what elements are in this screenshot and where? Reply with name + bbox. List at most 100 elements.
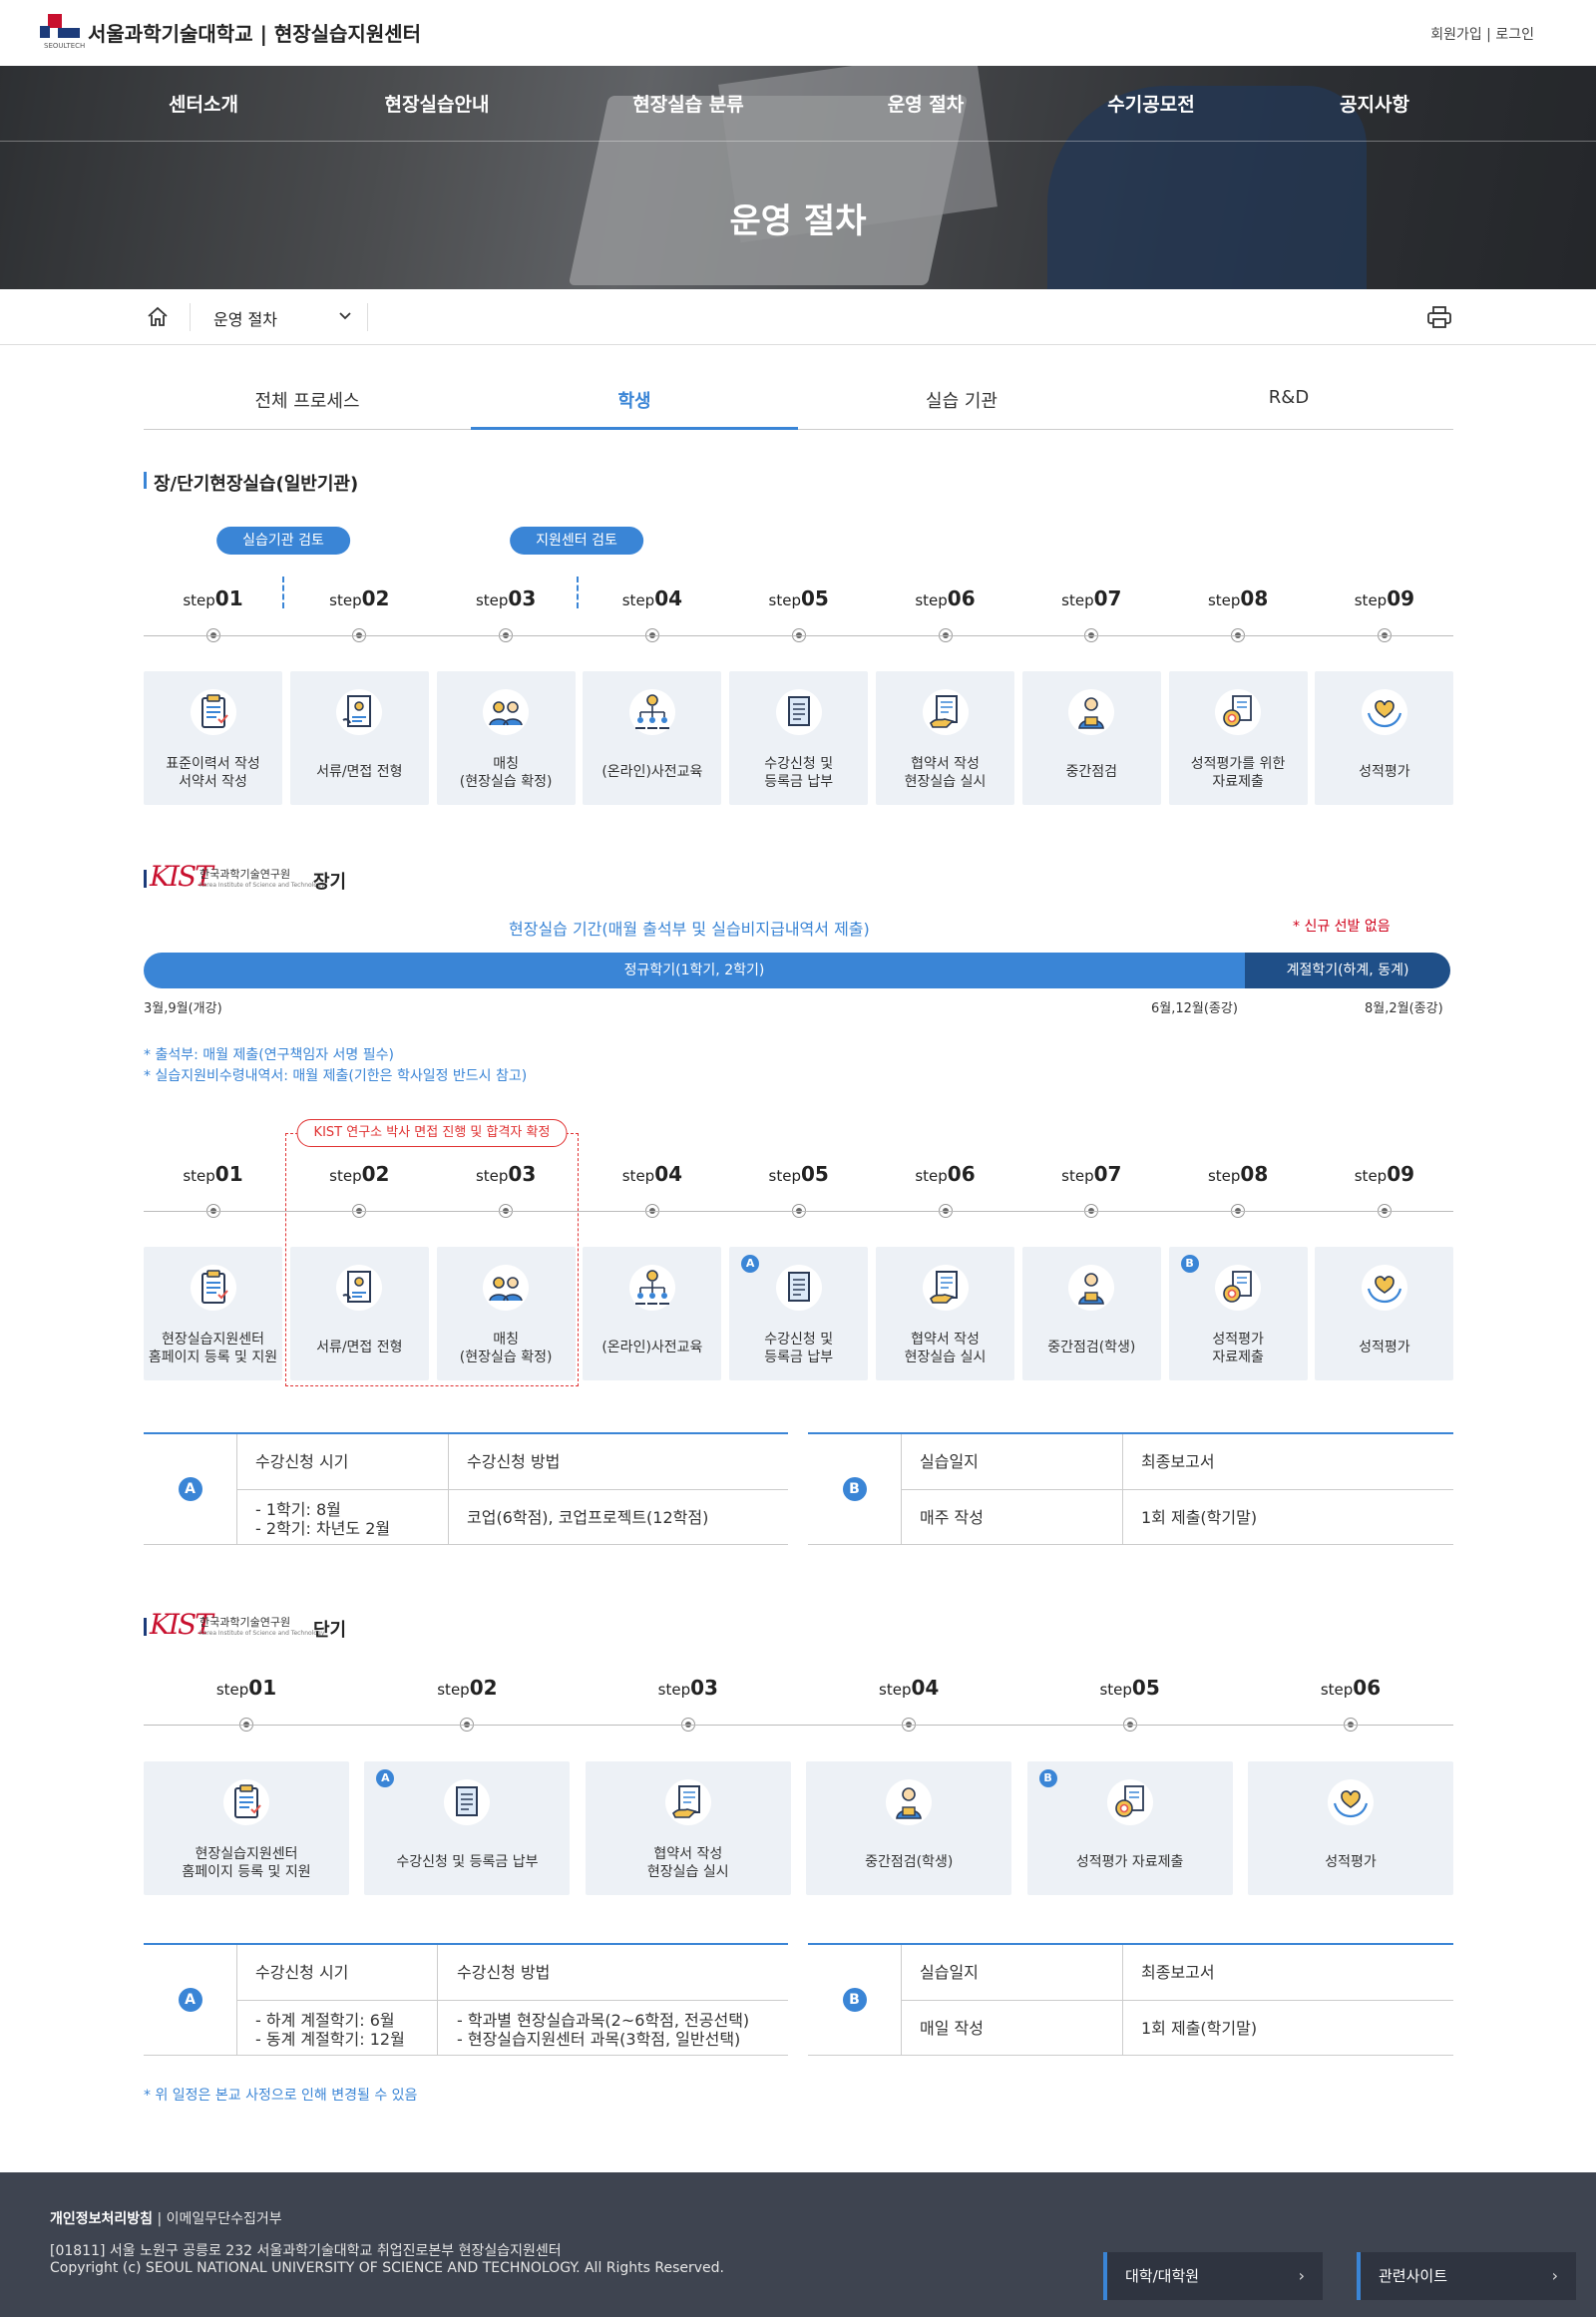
step-label: step01 — [183, 586, 242, 610]
step-label: step05 — [769, 1162, 829, 1186]
main-nav: 센터소개 현장실습안내 현장실습 분류 운영 절차 수기공모전 공지사항 — [0, 66, 1596, 142]
step-card-label: 매칭 (현장실습 확정) — [437, 1331, 576, 1366]
footer-links-sep: | — [153, 2211, 167, 2227]
breadcrumb-select[interactable]: 운영 절차 — [213, 306, 277, 330]
step-card: 성적평가를 위한자료제출 — [1168, 671, 1308, 805]
step-card-label-line: 현장실습 실시 — [904, 774, 987, 790]
step-card-label: 현장실습지원센터 홈페이지 등록 및 지원 — [144, 1331, 282, 1366]
table-header: 최종보고서 — [1141, 1452, 1215, 1471]
kist-name: 한국과학기술연구원 — [200, 1616, 291, 1629]
table-cell: 1회 제출(학기말) — [1141, 1508, 1258, 1527]
step-card: 현장실습지원센터 홈페이지 등록 및 지원 — [144, 1761, 349, 1895]
step-card: 수강신청 및 등록금 납부 — [729, 671, 869, 805]
step-number: 01 — [214, 1162, 243, 1186]
grade-icon — [1326, 1777, 1376, 1827]
step-word: step — [879, 1681, 912, 1699]
step-word: step — [1061, 1167, 1094, 1185]
training-icon — [627, 687, 677, 737]
step-label: step08 — [1208, 586, 1268, 610]
date-start: 3월,9월(개강) — [144, 1001, 222, 1016]
related-sites-button[interactable]: 관련사이트 › — [1357, 2252, 1576, 2300]
step-word: step — [621, 591, 655, 609]
step-card-label-line: 등록금 납부 — [764, 1350, 834, 1365]
page: SEOULTECH 서울과학기술대학교 | 현장실습지원센터 회원가입 | 로그… — [0, 0, 1596, 2317]
step-card: 성적평가 자료제출 B — [1168, 1247, 1308, 1380]
step-card-label-line: 자료제출 — [1212, 774, 1264, 790]
table-cell: - 학과별 현장실습과목(2~6학점, 전공선택) — [457, 2011, 750, 2030]
privacy-link[interactable]: 개인정보처리방침 — [50, 2211, 153, 2227]
hero-banner: 센터소개 현장실습안내 현장실습 분류 운영 절차 수기공모전 공지사항 운영 … — [0, 66, 1596, 289]
badge-b: B — [842, 1477, 867, 1501]
related-sites-label: 관련사이트 — [1379, 2267, 1448, 2285]
step-card: 성적평가 — [1315, 671, 1454, 805]
login-link[interactable]: 로그인 — [1495, 27, 1534, 43]
inspection-icon — [884, 1777, 934, 1827]
step-label: step05 — [1099, 1676, 1159, 1700]
nav-item-procedure[interactable]: 운영 절차 — [888, 90, 965, 117]
kist-eng-name: Korea Institute of Science and Technolog… — [200, 1630, 325, 1637]
nav-item-guide[interactable]: 현장실습안내 — [385, 90, 490, 117]
step-label: step07 — [1061, 586, 1121, 610]
chevron-right-icon: › — [1551, 2266, 1558, 2285]
step-card-label-line: 홈페이지 등록 및 지원 — [148, 1350, 278, 1365]
email-refusal-link[interactable]: 이메일무단수집거부 — [167, 2211, 282, 2227]
nav-item-center[interactable]: 센터소개 — [169, 90, 238, 117]
step-card-label: 성적평가 — [1315, 763, 1453, 781]
table-cell: - 하계 계절학기: 6월 — [255, 2011, 395, 2030]
step-number: 09 — [1387, 586, 1415, 610]
step-word: step — [657, 1681, 691, 1699]
step-card-label-line: 성적평가를 위한 — [1190, 756, 1286, 772]
step-card-label: 중간점검 — [1022, 763, 1161, 781]
step-card-label: 중간점검(학생) — [806, 1853, 1011, 1871]
step-word: step — [621, 1167, 655, 1185]
badge-a: A — [178, 1477, 202, 1501]
section-type-long: 장기 — [313, 872, 347, 893]
step-word: step — [768, 591, 801, 609]
university-logo[interactable]: SEOULTECH — [40, 12, 85, 52]
grade-icon — [1360, 1263, 1409, 1313]
step-card: 표준이력서 작성서약서 작성 — [144, 671, 282, 805]
step-label: step06 — [1321, 1676, 1381, 1700]
step-number: 02 — [361, 586, 390, 610]
step-card-label: 현장실습지원센터 홈페이지 등록 및 지원 — [144, 1845, 349, 1881]
tab-student[interactable]: 학생 — [471, 387, 798, 413]
nav-item-notice[interactable]: 공지사항 — [1340, 90, 1409, 117]
table-header: 수강신청 방법 — [457, 1963, 551, 1982]
season-semester-bar: 계절학기(하계, 동계) — [1245, 953, 1450, 988]
step-word: step — [1354, 1167, 1388, 1185]
review-divider — [577, 577, 579, 608]
step-number: 03 — [690, 1676, 718, 1700]
document-icon — [774, 1263, 824, 1313]
clipboard-icon — [189, 1263, 238, 1313]
badge-b: B — [842, 1988, 867, 2012]
step-card-label: (온라인)사전교육 — [583, 763, 721, 781]
chevron-down-icon[interactable] — [335, 306, 355, 326]
step-card-label-line: 중간점검 — [1065, 764, 1118, 780]
step-card-label: 서류/면접 전형 — [290, 763, 429, 781]
step-card-label: 성적평가를 위한자료제출 — [1169, 755, 1308, 791]
breadcrumb: 운영 절차 — [0, 289, 1596, 345]
step-number: 08 — [1240, 1162, 1269, 1186]
university-sites-button[interactable]: 대학/대학원 › — [1103, 2252, 1323, 2300]
footer-address: [01811] 서울 노원구 공릉로 232 서울과학기술대학교 취업진로본부 … — [50, 2243, 562, 2259]
step-card-label-line: 표준이력서 작성 — [166, 756, 260, 772]
step-card-label-line: 자료제출 — [1212, 1350, 1264, 1365]
tab-institution[interactable]: 실습 기관 — [798, 387, 1125, 413]
site-title[interactable]: 서울과학기술대학교 | 현장실습지원센터 — [88, 18, 421, 47]
tab-rnd[interactable]: R&D — [1125, 387, 1452, 408]
home-icon[interactable] — [146, 305, 170, 329]
step-number: 09 — [1387, 1162, 1415, 1186]
step-label: step04 — [622, 586, 682, 610]
nav-item-category[interactable]: 현장실습 분류 — [632, 90, 744, 117]
step-number: 08 — [1240, 586, 1269, 610]
step-card-label-line: 수강신청 및 등록금 납부 — [396, 1854, 539, 1870]
training-icon — [627, 1263, 677, 1313]
nav-item-contest[interactable]: 수기공모전 — [1107, 90, 1194, 117]
signup-link[interactable]: 회원가입 — [1430, 27, 1482, 43]
document-icon — [774, 687, 824, 737]
tab-full-process[interactable]: 전체 프로세스 — [144, 387, 471, 413]
print-icon[interactable] — [1426, 305, 1452, 329]
table-cell: - 2학기: 차년도 2월 — [255, 1519, 391, 1538]
step-card-label-line: 서약서 작성 — [179, 774, 247, 790]
step-card: 수강신청 및 등록금 납부 A — [364, 1761, 571, 1895]
